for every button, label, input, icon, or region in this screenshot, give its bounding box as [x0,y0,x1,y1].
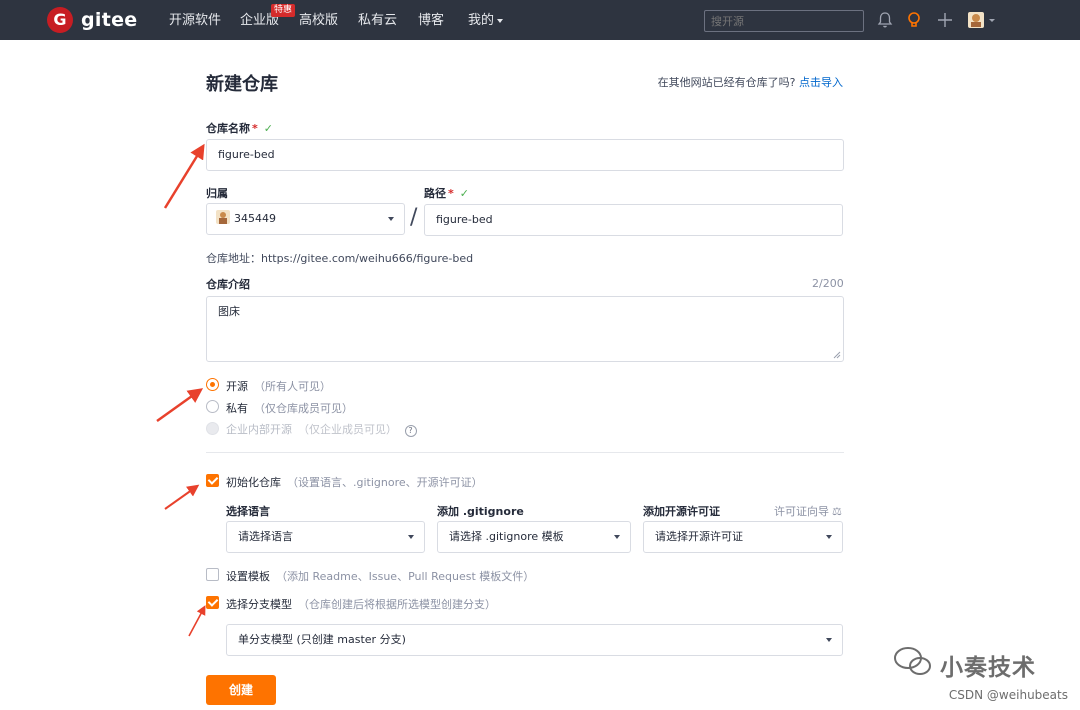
arrow-to-public [156,388,204,423]
wechat-icon [894,647,931,675]
annotation-arrows [156,143,206,637]
watermark-text: 小奏技术 [940,655,1036,681]
arrow-to-repo-name [163,143,205,209]
arrow-to-branch [188,605,206,637]
csdn-watermark: CSDN @weihubeats [948,688,1068,702]
arrow-to-init [164,484,200,510]
